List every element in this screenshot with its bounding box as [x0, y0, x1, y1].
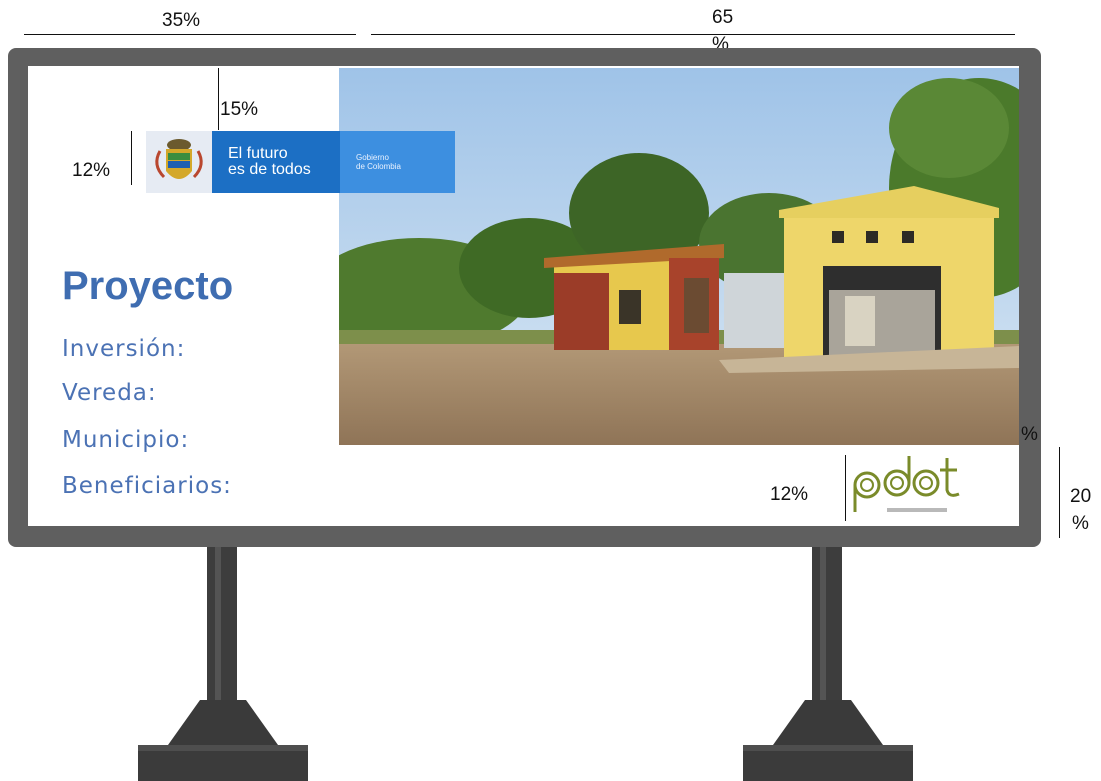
logo-text-line-2: es de todos: [228, 161, 311, 178]
logo-text-line-4: de Colombia: [356, 162, 401, 171]
billboard-title: Proyecto: [62, 264, 234, 308]
dimension-label-right-side-number: 20: [1070, 486, 1092, 507]
field-municipio: Municipio:: [62, 427, 190, 453]
dimension-label-photo-corner: %: [1021, 424, 1038, 445]
dimension-label-pdet-height: 12%: [770, 484, 809, 505]
dimension-line-right-side: [1059, 447, 1060, 538]
dimension-label-logo-offset: 15%: [220, 99, 259, 120]
dimension-line-pdet-height: [845, 455, 846, 521]
dimension-label-right-number: 65: [712, 7, 734, 28]
logo-text-line-3: Gobierno: [356, 153, 389, 162]
dimension-line-right: [371, 34, 1015, 35]
coat-of-arms-icon: [146, 131, 212, 193]
dimension-line-logo-height: [131, 131, 132, 185]
dimension-label-left: 35%: [162, 10, 201, 31]
dimension-line-left: [24, 34, 356, 35]
dimension-label-right-side-unit: %: [1072, 513, 1089, 534]
field-inversion: Inversión:: [62, 336, 186, 362]
dimension-line-logo-offset: [218, 68, 219, 130]
logo-text-line-1: El futuro: [228, 145, 288, 162]
field-beneficiarios: Beneficiarios:: [62, 473, 232, 499]
pdet-logo: pdet: [847, 450, 977, 522]
field-vereda: Vereda:: [62, 380, 157, 406]
dimension-label-logo-height: 12%: [72, 160, 111, 181]
gobierno-de-colombia-logo: El futuro es de todos Gobierno de Colomb…: [146, 131, 455, 193]
project-photo: [339, 68, 1019, 445]
